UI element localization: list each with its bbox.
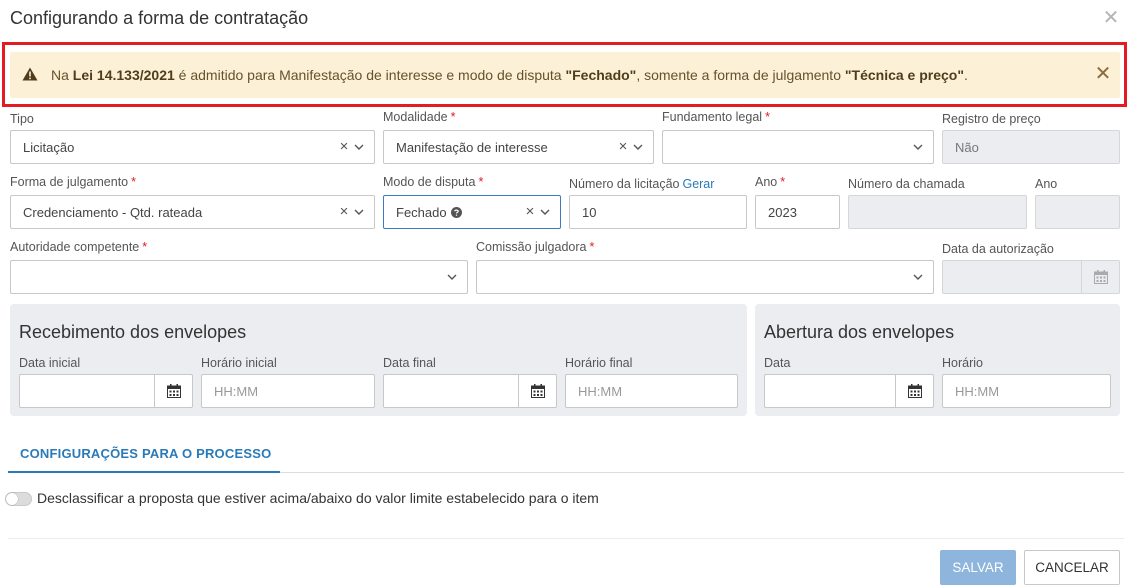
desclassificar-toggle[interactable] <box>5 492 32 506</box>
abertura-data-input[interactable] <box>764 374 934 408</box>
chevron-down-icon <box>354 144 364 150</box>
calendar-icon <box>531 384 545 398</box>
warning-alert: Na Lei 14.133/2021 é admitido para Manif… <box>10 52 1120 98</box>
modo-disputa-label: Modo de disputa * <box>383 175 484 189</box>
ano-input[interactable]: 2023 <box>755 195 840 229</box>
data-final-label: Data final <box>383 356 436 370</box>
chevron-down-icon <box>913 274 923 280</box>
save-button[interactable]: SALVAR <box>940 550 1016 585</box>
calendar-button[interactable] <box>895 375 933 407</box>
warning-icon <box>22 67 38 81</box>
toggle-knob <box>6 493 18 505</box>
registro-preco-field: Não <box>942 130 1120 164</box>
modal-title: Configurando a forma de contratação <box>10 8 309 28</box>
horario-inicial-label: Horário inicial <box>201 356 277 370</box>
modo-disputa-select[interactable]: Fechado × <box>383 195 561 229</box>
fundamento-legal-select[interactable] <box>662 130 934 164</box>
fundamento-label: Fundamento legal * <box>662 110 770 124</box>
modalidade-select[interactable]: Manifestação de interesse × <box>383 130 654 164</box>
numero-licitacao-input[interactable]: 10 <box>569 195 747 229</box>
tab-configuracoes-processo[interactable]: CONFIGURAÇÕES PARA O PROCESSO <box>8 436 280 473</box>
numero-chamada-label: Número da chamada <box>848 177 965 191</box>
calendar-icon <box>908 384 922 398</box>
abertura-horario-label: Horário <box>942 356 983 370</box>
forma-julgamento-select[interactable]: Credenciamento - Qtd. rateada × <box>10 195 375 229</box>
data-final-input[interactable] <box>383 374 557 408</box>
clear-icon[interactable]: × <box>337 203 351 221</box>
abertura-horario-input[interactable]: HH:MM <box>942 374 1111 408</box>
chevron-down-icon <box>913 144 923 150</box>
alert-close-icon[interactable]: ✕ <box>1093 63 1113 85</box>
abertura-data-label: Data <box>764 356 791 370</box>
forma-julgamento-label: Forma de julgamento * <box>10 175 136 189</box>
horario-inicial-input[interactable]: HH:MM <box>201 374 375 408</box>
tipo-label: Tipo <box>10 112 34 126</box>
clear-icon[interactable]: × <box>523 203 537 221</box>
numero-licitacao-label: Número da licitação Gerar <box>569 177 715 191</box>
autoridade-label: Autoridade competente * <box>10 240 148 254</box>
horario-final-label: Horário final <box>565 356 633 370</box>
registro-label: Registro de preço <box>942 112 1041 126</box>
desclassificar-label: Desclassificar a proposta que estiver ac… <box>37 490 599 506</box>
recebimento-title: Recebimento dos envelopes <box>19 322 247 342</box>
data-autorizacao-field <box>942 260 1120 294</box>
chevron-down-icon <box>633 144 643 150</box>
clear-icon[interactable]: × <box>337 138 351 156</box>
data-inicial-label: Data inicial <box>19 356 81 370</box>
chevron-down-icon <box>447 274 457 280</box>
clear-icon[interactable]: × <box>616 138 630 156</box>
footer-divider <box>8 538 1124 539</box>
calendar-icon <box>1094 270 1108 284</box>
calendar-icon <box>167 384 181 398</box>
chevron-down-icon <box>540 209 550 215</box>
autoridade-competente-select[interactable] <box>10 260 468 294</box>
modalidade-label: Modalidade * <box>383 110 456 124</box>
question-circle-icon[interactable] <box>451 207 462 218</box>
ano-chamada-field <box>1035 195 1120 229</box>
calendar-button[interactable] <box>518 375 556 407</box>
comissao-label: Comissão julgadora * <box>476 240 595 254</box>
tipo-select[interactable]: Licitação × <box>10 130 375 164</box>
comissao-julgadora-select[interactable] <box>476 260 934 294</box>
data-inicial-input[interactable] <box>19 374 193 408</box>
cancel-button[interactable]: CANCELAR <box>1024 550 1120 585</box>
calendar-button <box>1081 261 1119 293</box>
ano-chamada-label: Ano <box>1035 177 1058 191</box>
gerar-link[interactable]: Gerar <box>682 177 714 191</box>
data-autorizacao-label: Data da autorização <box>942 242 1054 256</box>
horario-final-input[interactable]: HH:MM <box>565 374 738 408</box>
alert-message: Na Lei 14.133/2021 é admitido para Manif… <box>51 67 968 83</box>
abertura-title: Abertura dos envelopes <box>764 322 955 342</box>
chevron-down-icon <box>354 209 364 215</box>
numero-chamada-field <box>848 195 1027 229</box>
calendar-button[interactable] <box>154 375 192 407</box>
close-icon[interactable]: ✕ <box>1101 8 1121 28</box>
ano-label: Ano * <box>755 175 786 189</box>
